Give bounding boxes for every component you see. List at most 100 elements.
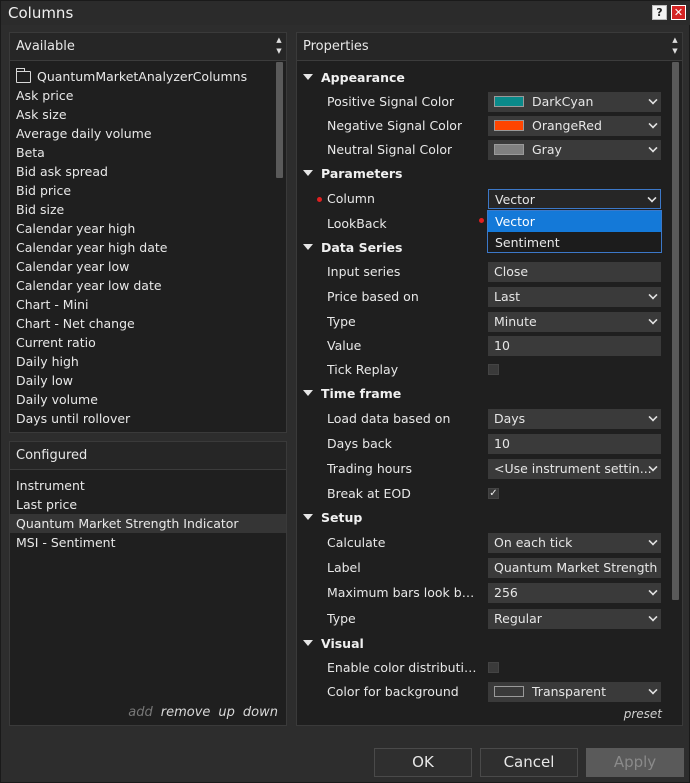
- configured-header-label: Configured: [16, 448, 88, 463]
- ok-button[interactable]: OK: [374, 748, 472, 777]
- label-field[interactable]: Quantum Market Strength: [488, 558, 661, 578]
- collapse-arrow-icon[interactable]: [303, 640, 313, 646]
- available-item[interactable]: Calendar year high: [16, 219, 270, 238]
- preset-link[interactable]: preset: [624, 707, 662, 721]
- prop-label: Positive Signal Color: [327, 94, 455, 109]
- category-label: Time frame: [321, 386, 402, 401]
- configured-item[interactable]: Instrument: [10, 476, 286, 495]
- background-color-select[interactable]: Transparent: [488, 682, 661, 702]
- add-link[interactable]: add: [128, 705, 152, 720]
- configured-item[interactable]: Last price: [10, 495, 286, 514]
- configured-item[interactable]: Quantum Market Strength Indicator: [10, 514, 286, 533]
- collapse-arrow-icon[interactable]: [303, 244, 313, 250]
- positive-color-select[interactable]: DarkCyan: [488, 92, 661, 112]
- category-appearance[interactable]: Appearance: [297, 67, 666, 89]
- available-item[interactable]: Bid price: [16, 181, 270, 200]
- input-series-field[interactable]: Close: [488, 262, 661, 282]
- available-scroll-thumb[interactable]: [276, 62, 283, 178]
- available-item[interactable]: Beta: [16, 143, 270, 162]
- category-parameters[interactable]: Parameters: [297, 163, 666, 185]
- series-type-select[interactable]: Minute: [488, 312, 661, 332]
- prop-label: Days back: [327, 436, 392, 451]
- collapse-arrow-icon[interactable]: [303, 170, 313, 176]
- available-item[interactable]: Ask size: [16, 105, 270, 124]
- price-based-on-select[interactable]: Last: [488, 287, 661, 307]
- value-field[interactable]: 10: [488, 336, 661, 356]
- chevron-down-icon: [648, 536, 658, 546]
- tick-replay-checkbox[interactable]: [488, 364, 499, 375]
- prop-color-for-background: Color for background Transparent: [297, 680, 666, 704]
- configured-panel: Configured Instrument Last price Quantum M…: [9, 441, 287, 726]
- calculate-select[interactable]: On each tick: [488, 533, 661, 553]
- category-setup[interactable]: Setup: [297, 507, 666, 529]
- negative-color-select[interactable]: OrangeRed: [488, 116, 661, 136]
- cancel-button[interactable]: Cancel: [480, 748, 578, 777]
- available-item[interactable]: Days until rollover: [16, 409, 270, 428]
- color-swatch: [494, 96, 524, 107]
- prop-enable-color-distribution: Enable color distribution: [297, 656, 666, 680]
- days-back-field[interactable]: 10: [488, 434, 661, 454]
- column-select[interactable]: Vector: [488, 189, 661, 209]
- neutral-color-select[interactable]: Gray: [488, 140, 661, 160]
- help-button[interactable]: ?: [652, 5, 667, 20]
- prop-days-back: Days back 10: [297, 432, 666, 456]
- load-data-select[interactable]: Days: [488, 409, 661, 429]
- prop-label: Break at EOD: [327, 486, 411, 501]
- properties-scroll-arrows[interactable]: ▲ ▼: [670, 35, 680, 59]
- prop-tick-replay: Tick Replay: [297, 358, 666, 382]
- available-item[interactable]: Calendar year high date: [16, 238, 270, 257]
- select-value: <Use instrument settin...: [494, 461, 652, 476]
- available-scroll-arrows[interactable]: ▲ ▼: [274, 35, 284, 59]
- available-scrollbar[interactable]: [276, 62, 283, 430]
- available-item[interactable]: Bid ask spread: [16, 162, 270, 181]
- available-item[interactable]: Calendar year low: [16, 257, 270, 276]
- available-list: QuantumMarketAnalyzerColumns Ask price As…: [16, 67, 270, 428]
- available-header: Available ▲ ▼: [10, 33, 286, 61]
- dropdown-option[interactable]: Vector: [488, 211, 661, 232]
- enable-color-distribution-checkbox[interactable]: [488, 662, 499, 673]
- available-item[interactable]: Chart - Mini: [16, 295, 270, 314]
- prop-label: Trading hours: [327, 461, 412, 476]
- prop-label: Price based on: [327, 289, 419, 304]
- max-bars-select[interactable]: 256: [488, 583, 661, 603]
- available-item[interactable]: Chart - Net change: [16, 314, 270, 333]
- chevron-down-icon: [648, 143, 658, 153]
- available-item[interactable]: Current ratio: [16, 333, 270, 352]
- prop-input-series: Input series Close: [297, 260, 666, 284]
- category-time-frame[interactable]: Time frame: [297, 383, 666, 405]
- title-bar[interactable]: Columns ? ✕: [1, 1, 690, 25]
- available-item[interactable]: Bid size: [16, 200, 270, 219]
- down-link[interactable]: down: [243, 705, 278, 720]
- apply-button[interactable]: Apply: [586, 748, 684, 777]
- chevron-down-icon: [648, 119, 658, 129]
- available-folder[interactable]: QuantumMarketAnalyzerColumns: [16, 67, 270, 86]
- collapse-arrow-icon[interactable]: [303, 390, 313, 396]
- select-value: 256: [494, 585, 518, 600]
- available-item[interactable]: Daily low: [16, 371, 270, 390]
- collapse-arrow-icon[interactable]: [303, 74, 313, 80]
- category-label: Appearance: [321, 70, 405, 85]
- collapse-arrow-icon[interactable]: [303, 514, 313, 520]
- available-item[interactable]: Average daily volume: [16, 124, 270, 143]
- properties-scrollbar[interactable]: [672, 62, 679, 699]
- trading-hours-select[interactable]: <Use instrument settin...: [488, 459, 661, 479]
- color-swatch: [494, 144, 524, 155]
- category-visual[interactable]: Visual: [297, 633, 666, 655]
- dropdown-option[interactable]: Sentiment: [488, 232, 661, 253]
- available-item[interactable]: Calendar year low date: [16, 276, 270, 295]
- break-at-eod-checkbox[interactable]: ✓: [488, 488, 499, 499]
- configured-actions: add remove up down: [128, 705, 278, 720]
- available-item[interactable]: Ask price: [16, 86, 270, 105]
- setup-type-select[interactable]: Regular: [488, 609, 661, 629]
- prop-label: LookBack: [327, 216, 387, 231]
- configured-item[interactable]: MSI - Sentiment: [10, 533, 286, 552]
- remove-link[interactable]: remove: [161, 705, 211, 720]
- prop-load-data: Load data based on Days: [297, 407, 666, 431]
- available-item[interactable]: Daily high: [16, 352, 270, 371]
- available-item[interactable]: Daily volume: [16, 390, 270, 409]
- up-link[interactable]: up: [218, 705, 235, 720]
- close-button[interactable]: ✕: [671, 5, 686, 20]
- select-value: Transparent: [532, 684, 607, 699]
- prop-label: Label: [327, 560, 361, 575]
- properties-scroll-thumb[interactable]: [672, 62, 679, 600]
